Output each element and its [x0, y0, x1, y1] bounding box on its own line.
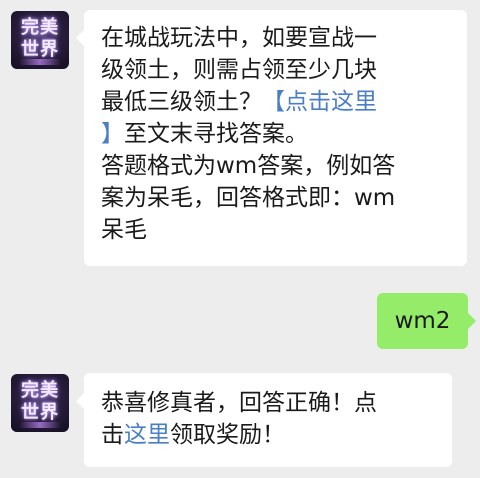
avatar-logo-text: 完美 — [21, 380, 59, 401]
claim-reward-link[interactable]: 这里 — [124, 422, 170, 448]
message-bubble: 恭喜修真者，回答正确！点 击这里领取奖励！ — [76, 373, 452, 467]
message-text: 至文末寻找答案。 — [124, 121, 308, 147]
message-text: 最低三级领土？ — [101, 89, 262, 115]
message-line: 呆毛 — [101, 214, 453, 246]
avatar-logo-text: 完美 — [21, 17, 59, 38]
message-text: 击 — [101, 422, 124, 448]
message-text: 恭喜修真者，回答正确！点 — [101, 390, 377, 416]
message-text: wm2 — [394, 308, 451, 334]
message-bubble: 在城战玩法中，如要宣战一 级领土，则需占领至少几块 最低三级领土？【点击这里 】… — [76, 10, 467, 266]
message-text: 呆毛 — [101, 217, 147, 243]
click-here-link[interactable]: 【点击这里 — [262, 89, 377, 115]
message-line: 】至文末寻找答案。 — [101, 118, 453, 150]
message-text: 答题格式为wm答案，例如答 — [101, 153, 396, 179]
message-text: 案为呆毛，回答格式即：wm — [101, 185, 396, 211]
message-text: 在城战玩法中，如要宣战一 — [101, 25, 377, 51]
message-line: 最低三级领土？【点击这里 — [101, 86, 453, 118]
my-message-bubble: wm2 — [377, 293, 476, 349]
message-text: 级领土，则需占领至少几块 — [101, 57, 377, 83]
click-here-link[interactable]: 】 — [101, 121, 124, 147]
message-text: 领取奖励！ — [170, 422, 285, 448]
message-line: 案为呆毛，回答格式即：wm — [101, 182, 453, 214]
avatar[interactable]: 完美 世界 — [11, 11, 69, 69]
avatar-glow — [19, 422, 61, 428]
message-line: 在城战玩法中，如要宣战一 — [101, 22, 453, 54]
avatar[interactable]: 完美 世界 — [11, 374, 69, 432]
message-line: 级领土，则需占领至少几块 — [101, 54, 453, 86]
avatar-logo-text: 世界 — [21, 39, 59, 60]
message-line: 恭喜修真者，回答正确！点 — [101, 387, 438, 419]
message-line: 击这里领取奖励！ — [101, 419, 438, 451]
message-line: 答题格式为wm答案，例如答 — [101, 150, 453, 182]
avatar-glow — [19, 59, 61, 65]
avatar-logo-text: 世界 — [21, 402, 59, 423]
